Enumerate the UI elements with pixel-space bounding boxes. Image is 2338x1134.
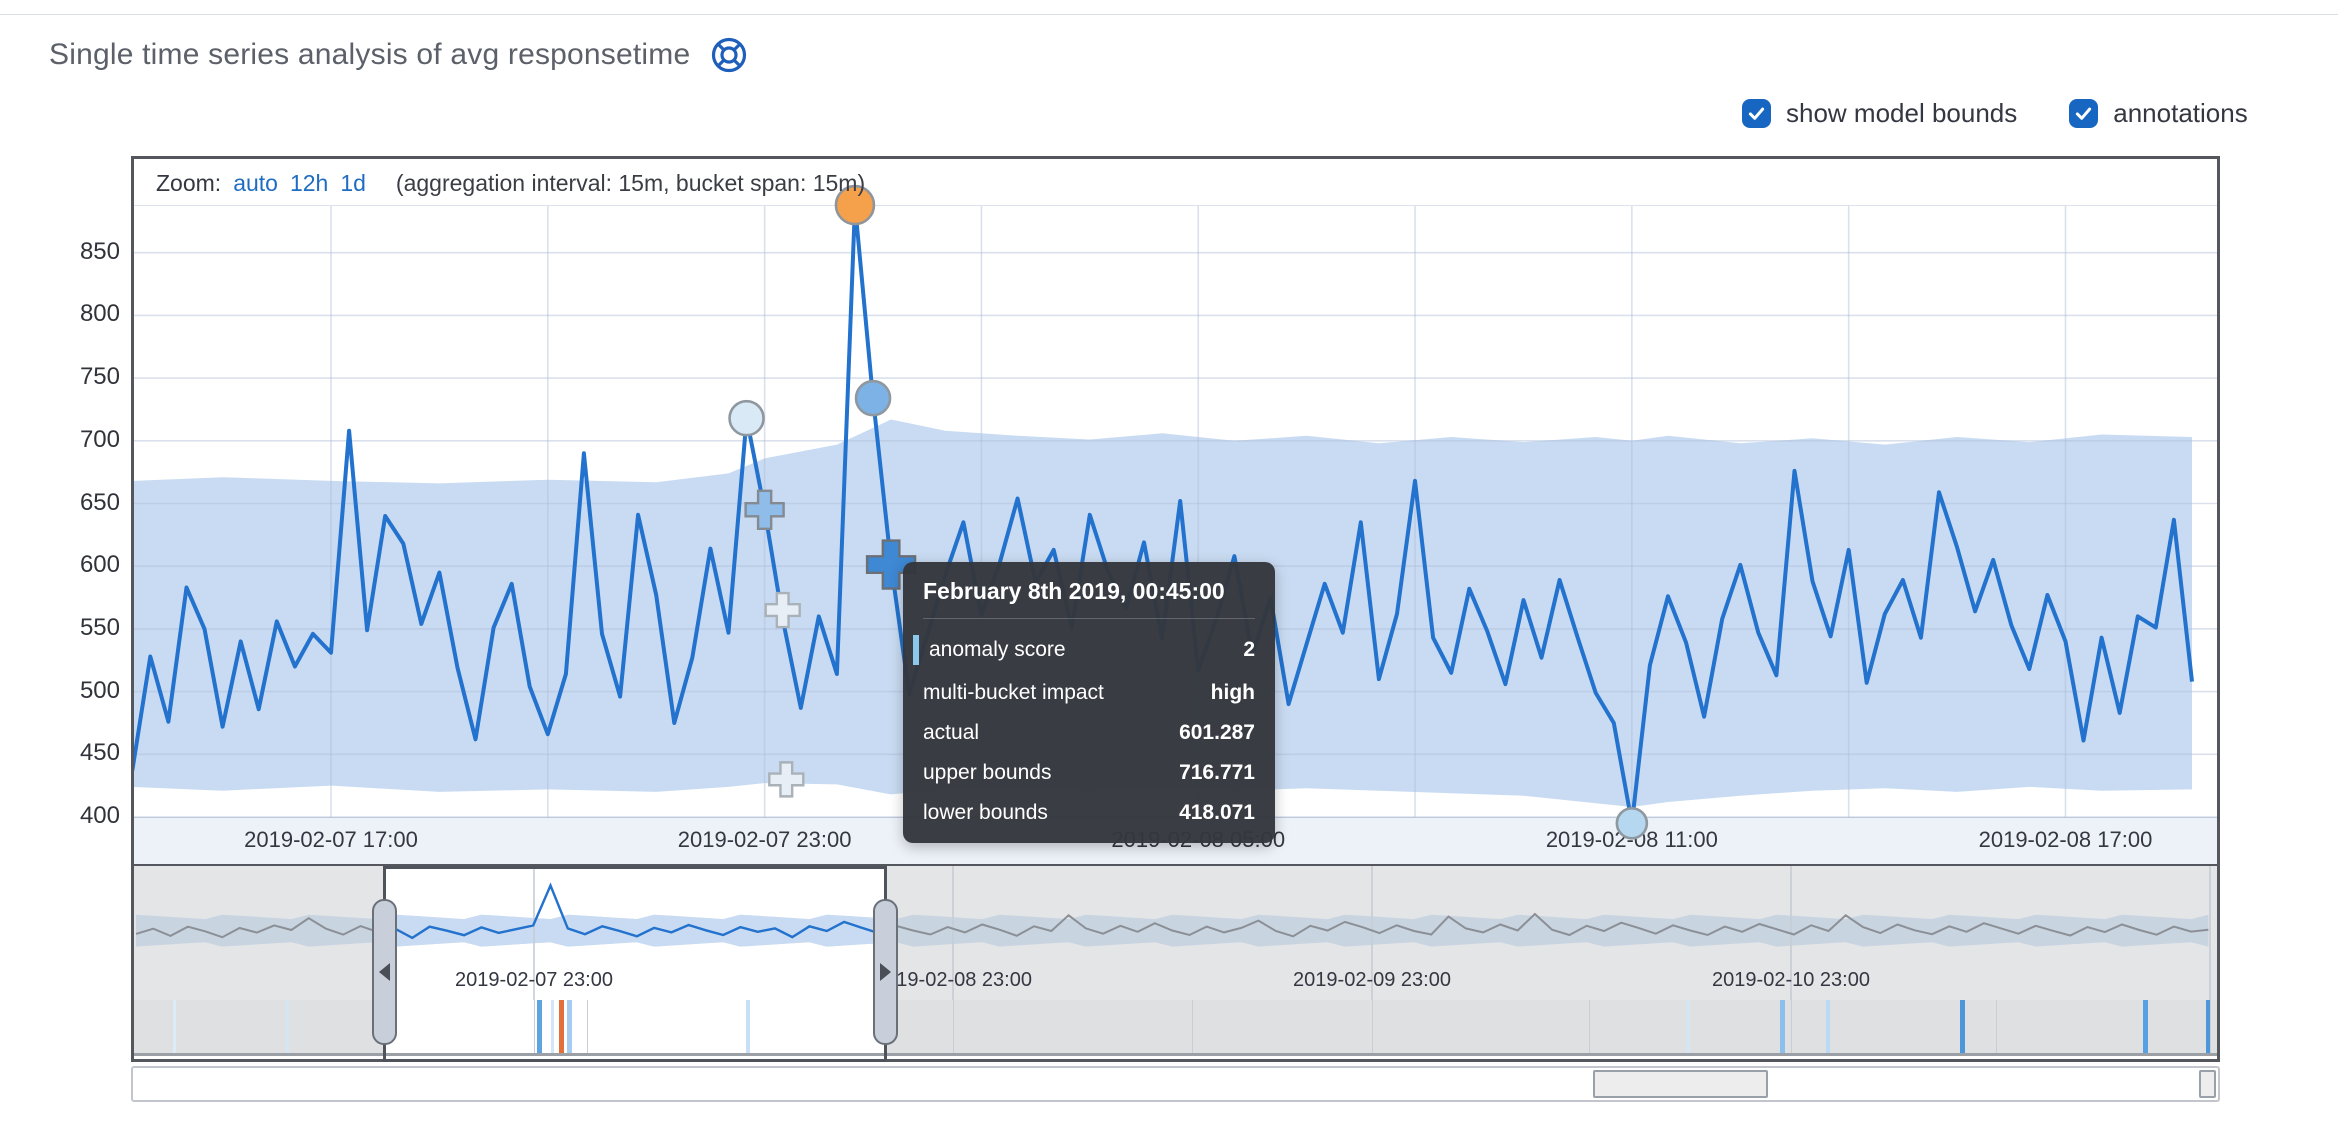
y-axis-tick: 700 [58,426,120,454]
anomaly-marker-warning[interactable] [730,401,764,435]
page-title: Single time series analysis of avg respo… [49,38,690,72]
show-model-bounds-label: show model bounds [1786,98,2017,129]
tooltip-row-value: 418.071 [1179,801,1255,825]
y-axis-tick: 500 [58,677,120,705]
anomaly-marker-warning[interactable] [1617,808,1647,838]
swimlane-cell-border [1791,1000,1792,1053]
y-axis-tick: 600 [58,551,120,579]
zoom-label: Zoom: [156,170,221,196]
y-axis-tick: 800 [58,300,120,328]
horizontal-scrollbar[interactable] [131,1066,2220,1102]
zoom-link-12h[interactable]: 12h [290,170,328,196]
swimlane-anomaly-stripe[interactable] [173,1000,176,1053]
y-axis-tick: 650 [58,489,120,517]
anomaly-marker-minor[interactable] [856,381,890,415]
chevron-right-icon [880,963,891,981]
swimlane-cell-border [1372,1000,1373,1053]
tooltip-row-label: lower bounds [923,801,1048,825]
zoom-link-auto[interactable]: auto [233,170,278,196]
zoom-link-1d[interactable]: 1d [340,170,366,196]
y-axis-tick: 550 [58,614,120,642]
annotations-label: annotations [2113,98,2247,129]
help-icon[interactable] [710,36,748,74]
scrollbar-thumb[interactable] [1593,1070,1768,1098]
tooltip-row: anomaly score 2 [923,635,1255,665]
zoom-bar: Zoom: auto 12h 1d (aggregation interval: 15m… [156,170,865,197]
brush-handle-left[interactable] [372,899,397,1045]
tooltip-row-value: 716.771 [1179,761,1255,785]
time-range-brush[interactable] [383,866,887,1062]
swimlane-cell-border [1589,1000,1590,1053]
tooltip-row-label: upper bounds [923,761,1051,785]
swimlane-anomaly-stripe[interactable] [2206,1000,2210,1053]
swimlane-anomaly-stripe[interactable] [1960,1000,1965,1053]
chevron-left-icon [379,963,390,981]
y-axis-tick: 450 [58,739,120,767]
scrollbar-end-handle[interactable] [2199,1070,2216,1098]
chart-controls: show model bounds annotations [1742,98,2248,129]
severity-indicator-bar [913,635,919,665]
title-row: Single time series analysis of avg respo… [49,36,748,74]
brush-handle-right[interactable] [873,899,898,1045]
page-top-divider [0,14,2338,15]
annotations-checkbox[interactable]: annotations [2069,98,2247,129]
tooltip-row-label: anomaly score [923,635,1066,665]
checkbox-checked-icon[interactable] [2069,99,2098,128]
tooltip-row-label: actual [923,721,979,745]
swimlane-cell-border [2210,1000,2211,1053]
swimlane-anomaly-stripe[interactable] [1687,1000,1690,1053]
y-axis-tick: 750 [58,363,120,391]
tooltip-row: upper bounds 716.771 [923,761,1255,785]
zoom-aggregation-info: (aggregation interval: 15m, bucket span:… [396,170,865,196]
tooltip-row: lower bounds 418.071 [923,801,1255,825]
checkbox-checked-icon[interactable] [1742,99,1771,128]
swimlane-anomaly-stripe[interactable] [286,1000,289,1053]
tooltip-row-value: 2 [1243,638,1255,662]
y-axis-tick: 400 [58,802,120,830]
show-model-bounds-checkbox[interactable]: show model bounds [1742,98,2017,129]
tooltip-row-label: multi-bucket impact [923,681,1104,705]
anomaly-tooltip: February 8th 2019, 00:45:00 anomaly scor… [903,562,1275,843]
swimlane-anomaly-stripe[interactable] [2143,1000,2148,1053]
swimlane-anomaly-stripe[interactable] [1780,1000,1785,1053]
tooltip-row: actual 601.287 [923,721,1255,745]
tooltip-row: multi-bucket impact high [923,681,1255,705]
single-metric-viewer: Single time series analysis of avg respo… [0,0,2338,1134]
y-axis-tick: 850 [58,238,120,266]
swimlane-anomaly-stripe[interactable] [1826,1000,1830,1053]
tooltip-row-value: high [1211,681,1255,705]
swimlane-cell-border [953,1000,954,1053]
swimlane-cell-border [1996,1000,1997,1053]
context-axis-tick: 2019-02-10 23:00 [1712,969,1870,992]
context-axis-tick: 2019-02-09 23:00 [1293,969,1451,992]
tooltip-row-value: 601.287 [1179,721,1255,745]
tooltip-header: February 8th 2019, 00:45:00 [923,578,1255,619]
swimlane-cell-border [1192,1000,1193,1053]
